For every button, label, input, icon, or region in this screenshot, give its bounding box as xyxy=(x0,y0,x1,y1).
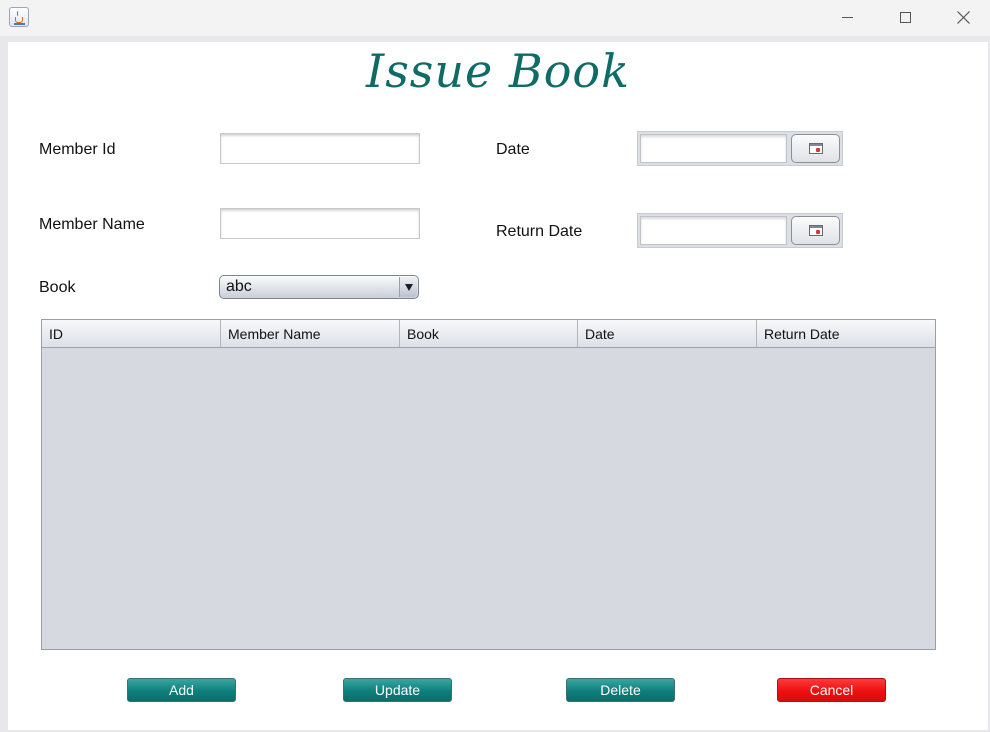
date-label: Date xyxy=(496,141,530,158)
member-id-label: Member Id xyxy=(39,141,116,158)
column-header-return-date[interactable]: Return Date xyxy=(757,320,935,347)
issued-books-table[interactable]: ID Member Name Book Date Return Date xyxy=(41,319,936,650)
return-date-label: Return Date xyxy=(496,223,583,240)
book-selected-value: abc xyxy=(226,278,252,295)
member-id-input[interactable] xyxy=(220,133,420,164)
maximize-button[interactable] xyxy=(882,0,928,34)
return-date-picker xyxy=(637,213,843,248)
column-header-date[interactable]: Date xyxy=(578,320,757,347)
title-bar xyxy=(0,0,990,36)
issue-book-panel: Issue Book Member Id Member Name Book ab… xyxy=(8,42,988,730)
table-header: ID Member Name Book Date Return Date xyxy=(42,320,935,348)
close-icon xyxy=(956,10,970,24)
date-calendar-button[interactable] xyxy=(791,134,840,163)
calendar-icon xyxy=(809,225,823,236)
dropdown-arrow-icon[interactable] xyxy=(399,277,417,297)
close-button[interactable] xyxy=(940,0,986,34)
column-header-book[interactable]: Book xyxy=(400,320,578,347)
maximize-icon xyxy=(899,11,911,23)
minimize-button[interactable] xyxy=(824,0,870,34)
column-header-id[interactable]: ID xyxy=(42,320,221,347)
java-app-icon xyxy=(9,7,29,27)
member-name-label: Member Name xyxy=(39,216,145,233)
cancel-button[interactable]: Cancel xyxy=(777,678,886,702)
add-button[interactable]: Add xyxy=(127,678,236,702)
calendar-icon xyxy=(809,143,823,154)
date-picker xyxy=(637,131,843,166)
date-input[interactable] xyxy=(640,134,787,163)
book-dropdown[interactable]: abc xyxy=(219,275,419,299)
minimize-icon xyxy=(841,16,853,18)
update-button[interactable]: Update xyxy=(343,678,452,702)
member-name-input[interactable] xyxy=(220,208,420,239)
book-label: Book xyxy=(39,279,76,296)
return-date-calendar-button[interactable] xyxy=(791,216,840,245)
column-header-member-name[interactable]: Member Name xyxy=(221,320,400,347)
return-date-input[interactable] xyxy=(640,216,787,245)
page-title: Issue Book xyxy=(366,44,630,98)
delete-button[interactable]: Delete xyxy=(566,678,675,702)
